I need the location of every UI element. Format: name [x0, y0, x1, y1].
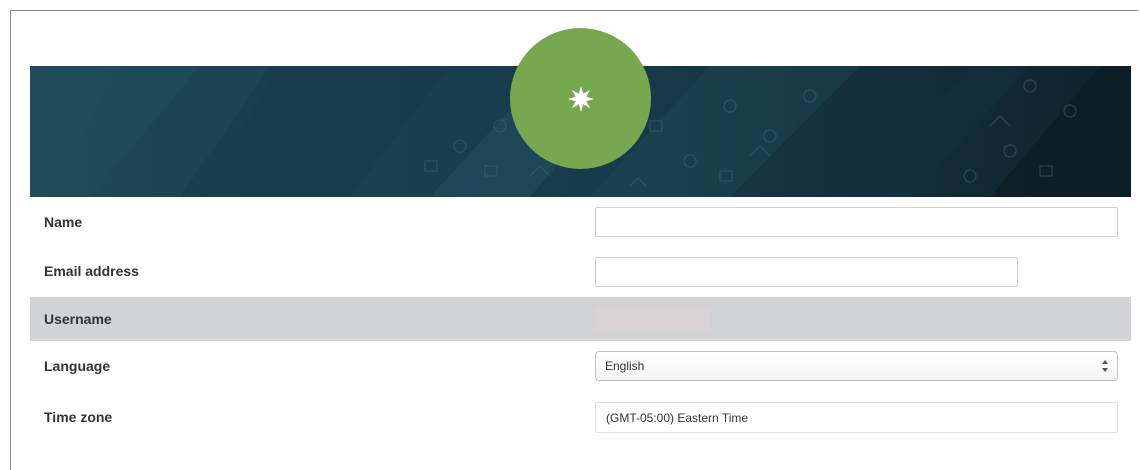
language-label: Language — [44, 358, 111, 374]
timezone-value: (GMT-05:00) Eastern Time — [606, 410, 749, 425]
email-row: Email address — [30, 249, 1131, 293]
email-input[interactable] — [595, 257, 1018, 287]
name-row: Name — [30, 200, 1131, 244]
email-label: Email address — [44, 263, 139, 279]
username-row: Username — [30, 297, 1131, 341]
name-input[interactable] — [595, 207, 1118, 237]
username-value — [595, 307, 710, 331]
profile-avatar[interactable] — [510, 28, 651, 169]
username-label: Username — [44, 311, 112, 327]
language-row: Language English — [30, 344, 1131, 388]
timezone-field[interactable]: (GMT-05:00) Eastern Time — [595, 402, 1118, 433]
name-label: Name — [44, 214, 83, 230]
language-select[interactable]: English — [595, 351, 1118, 381]
select-arrows-icon — [1102, 360, 1110, 372]
starburst-icon — [567, 85, 594, 112]
language-selected-value: English — [605, 359, 645, 373]
timezone-label: Time zone — [44, 409, 113, 425]
timezone-row: Time zone (GMT-05:00) Eastern Time — [30, 395, 1131, 439]
